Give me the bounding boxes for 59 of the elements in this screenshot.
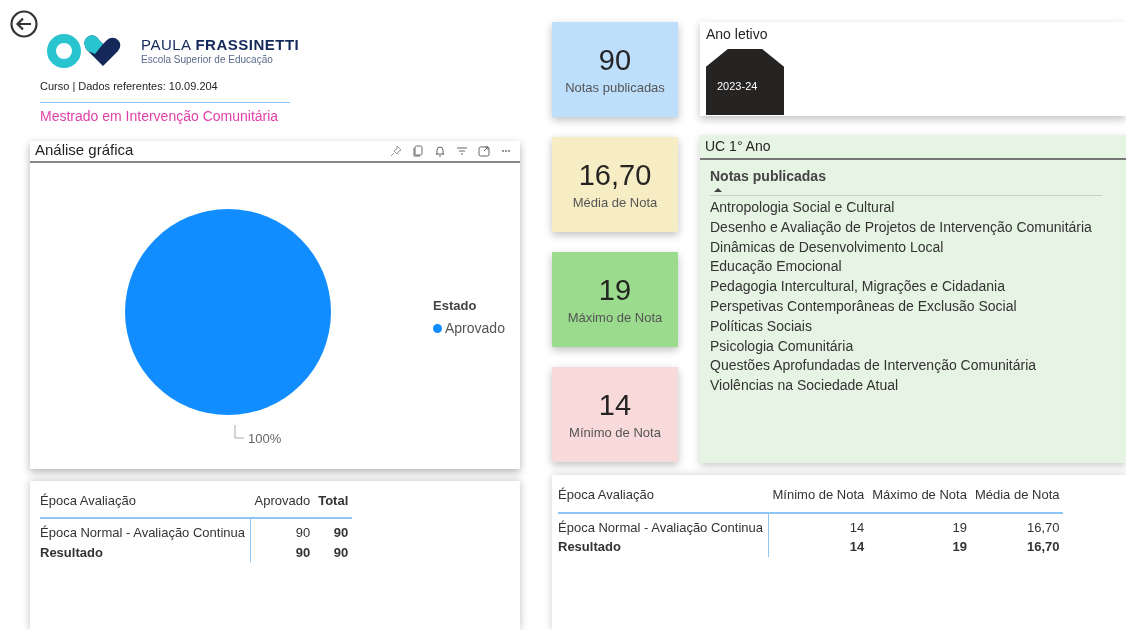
legend-label: Aprovado [445,318,505,338]
table-cell: 14 [768,512,869,537]
table-cell-text: 90 [332,543,350,562]
table-cell: 90 [250,518,315,543]
kpi-value: 16,70 [578,157,652,193]
list-item[interactable]: Perspetivas Contemporâneas de Exclusão Social [710,297,1116,317]
list-item[interactable]: Desenho e Avaliação de Projetos de Intervenção Comunitária [710,217,1116,238]
data-label: 100% [248,429,282,448]
back-icon[interactable] [10,10,38,38]
legend-title: Estado [433,296,477,315]
table-cell: 19 [868,512,971,537]
kpi-label: Notas publicadas [565,78,665,97]
table-cell-text: 19 [951,538,968,556]
bell-icon[interactable] [433,143,447,158]
expand-icon[interactable] [477,143,491,158]
table-cell-text: 16,70 [1025,538,1061,556]
table-cell: 16,70 [970,512,1064,537]
list-item[interactable]: Educação Emocional [710,257,1116,278]
column-header: Época Avaliação [558,481,769,513]
copy-icon[interactable] [411,143,425,158]
pie-slice[interactable] [125,208,331,415]
leader-line [234,424,245,438]
table-cell: 14 [768,537,869,557]
course-info: Curso | Dados referentes: 10.09.204 [40,78,290,103]
kpi-value: 14 [598,387,632,423]
row-header: Resultado [558,537,769,557]
slicer-title: Ano letivo [706,25,769,44]
kpi-label: Máximo de Nota [567,308,663,327]
year-tile[interactable]: 2023-24 [706,49,784,115]
kpi-label: Mínimo de Nota [569,423,661,442]
table-cell: Época Normal - Avaliação Continua [40,518,251,543]
chart-title: Análise gráfica [35,140,134,161]
list-item[interactable]: Pedagogia Intercultural, Migrações e Cidadania [710,277,1116,297]
table-cell: 90 [250,542,315,562]
pin-icon[interactable] [389,143,403,158]
column-header: Máximo de Nota [868,481,971,513]
column-header: Mínimo de Nota [768,481,869,513]
logo-text: PAULA FRASSINETTI [141,37,300,52]
course-name: Mestrado em Intervenção Comunitária [40,106,280,126]
list-item[interactable]: Dinâmicas de Desenvolvimento Local [710,237,1116,258]
kpi-value: 90 [598,42,632,78]
list-item[interactable]: Violências na Sociedade Atual [710,376,1116,396]
list-title: UC 1° Ano [700,135,1126,160]
list-item[interactable]: Políticas Sociais [710,316,1116,337]
column-header[interactable]: Notas publicadas [710,166,1102,187]
list-item[interactable]: Psicologia Comunitária [710,336,1116,357]
logo-icon [47,34,123,68]
column-header: Média de Nota [970,481,1064,513]
table-cell: 90 [314,518,353,543]
column-header: Época Avaliação [40,486,251,518]
logo-subtitle: Escola Superior de Educação [141,55,274,65]
list-item[interactable]: Questões Aprofundadas de Intervenção Comunitária [710,356,1116,377]
kpi-value: 19 [598,272,632,308]
table-cell: Época Normal - Avaliação Continua [558,512,769,537]
column-header: Aprovado [250,486,315,518]
kpi-label: Média de Nota [572,193,658,212]
column-header: Total [314,486,353,518]
list-item[interactable]: Antropologia Social e Cultural [710,198,1116,218]
row-header: Resultado [40,542,251,562]
